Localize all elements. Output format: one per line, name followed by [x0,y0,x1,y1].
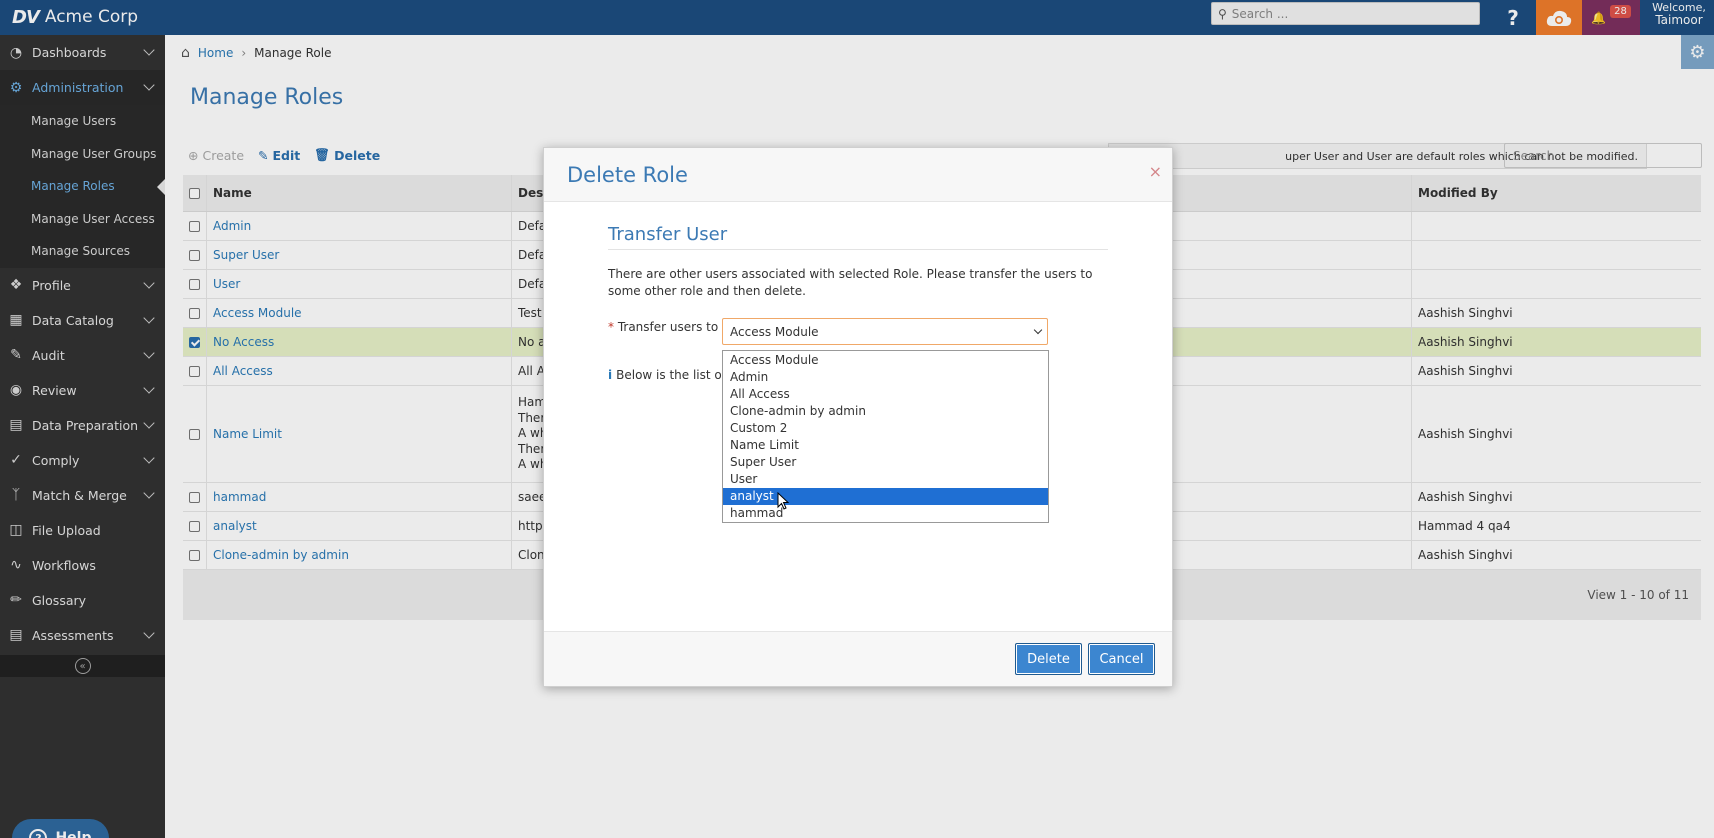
confirm-delete-button[interactable]: Delete [1015,643,1082,675]
role-option[interactable]: All Access [723,386,1048,403]
role-option[interactable]: analyst [723,488,1048,505]
selected-role-value: Access Module [730,324,819,339]
role-option[interactable]: hammad [723,505,1048,522]
role-option[interactable]: Custom 2 [723,420,1048,437]
modal-footer: Delete Cancel [544,631,1172,686]
cancel-button[interactable]: Cancel [1088,643,1155,675]
transfer-label-text: Transfer users to [617,320,719,334]
role-option[interactable]: Name Limit [723,437,1048,454]
transfer-message: There are other users associated with se… [608,267,1093,298]
delete-role-modal: Delete Role × Transfer User There are ot… [543,147,1173,687]
transfer-role-select[interactable]: Access Module [722,318,1048,345]
role-dropdown-list: Access Module Admin All Access Clone-admin … [722,350,1049,523]
modal-header: Delete Role [544,148,1172,202]
role-option[interactable]: Access Module [723,352,1048,369]
role-option[interactable]: Clone-admin by admin [723,403,1048,420]
chevron-down-icon [1033,325,1043,335]
transfer-users-label: * Transfer users to [608,320,718,334]
mouse-cursor-icon [777,492,789,510]
role-option[interactable]: User [723,471,1048,488]
modal-title: Delete Role [567,162,688,187]
transfer-user-heading: Transfer User [608,224,1108,250]
close-icon[interactable]: × [1149,162,1162,181]
role-option[interactable]: Super User [723,454,1048,471]
user-list-info-text: Below is the list of u [616,368,738,382]
info-icon: i [608,368,613,382]
required-marker: * [608,320,614,334]
user-list-info: i Below is the list of u [608,368,737,382]
role-option[interactable]: Admin [723,369,1048,386]
